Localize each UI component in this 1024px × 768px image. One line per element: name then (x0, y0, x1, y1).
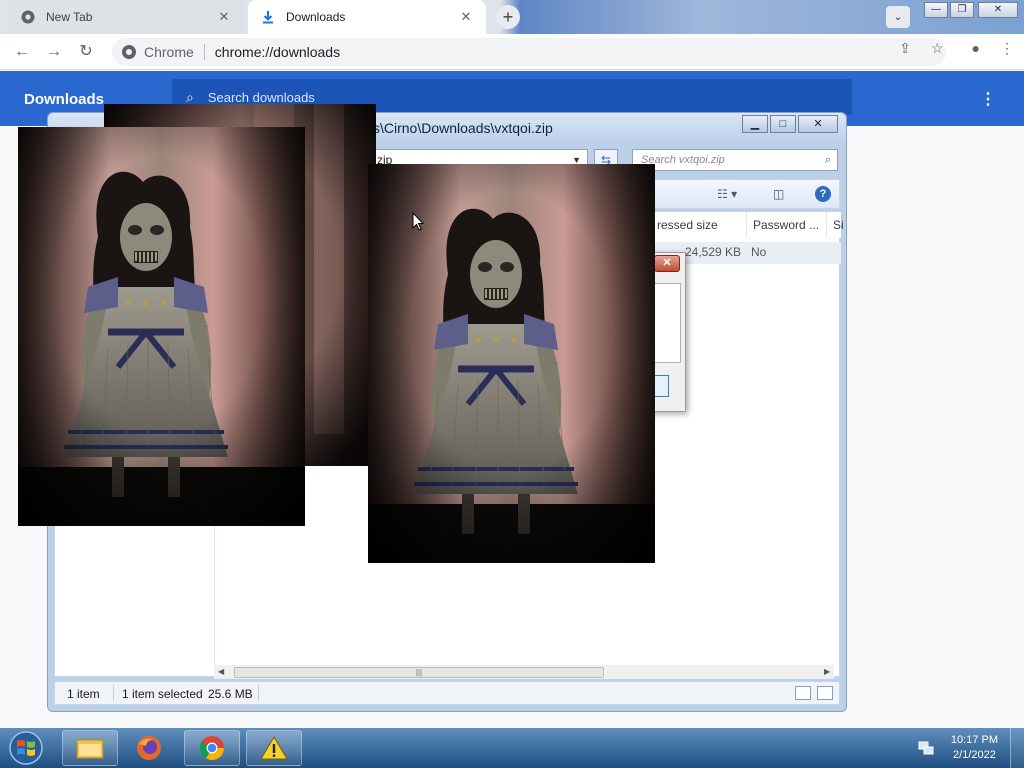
compressed-size-cell: 24,529 KB (685, 245, 742, 259)
chrome-icon (122, 45, 136, 59)
site-label: Chrome (144, 44, 194, 60)
profile-avatar-icon[interactable]: ● (972, 40, 980, 57)
help-icon[interactable]: ? (815, 186, 831, 202)
browser-toolbar: ← → ↻ Chrome chrome://downloads ⇪ ☆ ● ⋮ (0, 34, 1024, 70)
system-tray: 10:17 PM 2/1/2022 (904, 728, 1024, 768)
divider (203, 44, 205, 60)
tab-downloads[interactable]: Downloads ✕ (248, 0, 486, 34)
divider (258, 685, 259, 701)
close-button[interactable]: ✕ (798, 115, 838, 133)
horizontal-scrollbar[interactable]: ◀ ||| ▶ (214, 665, 834, 679)
search-icon: ⌕ (186, 88, 194, 105)
archive-search-input[interactable]: Search vxtqoi.zip ⌕ (632, 149, 838, 171)
clock-time: 10:17 PM (950, 734, 998, 746)
more-actions-icon[interactable]: ⋮ (980, 89, 996, 109)
window-title: s\Cirno\Downloads\vxtqoi.zip (373, 120, 553, 136)
clock[interactable]: 10:17 PM 2/1/2022 (951, 733, 998, 763)
column-header[interactable]: ressed size (651, 212, 747, 238)
status-bar: 1 item 1 item selected 25.6 MB (54, 681, 840, 705)
search-icon: ⌕ (824, 154, 831, 166)
tab-title: Downloads (286, 10, 346, 24)
back-button[interactable]: ← (12, 42, 32, 62)
toolbar-actions: ⇪ ☆ ● ⋮ (899, 40, 1014, 57)
view-options-icon[interactable]: ☷ ▾ (717, 187, 737, 201)
mouse-cursor-icon (412, 212, 424, 231)
forward-button[interactable]: → (44, 42, 64, 62)
reload-button[interactable]: ↻ (76, 42, 96, 62)
show-desktop-button[interactable] (1010, 728, 1024, 768)
tab-strip: New Tab ✕ Downloads ✕ + ⌄ — ❐ ✕ (0, 0, 1024, 34)
taskbar-firefox[interactable] (124, 730, 174, 766)
url-text: chrome://downloads (214, 44, 341, 60)
column-header[interactable]: Password ... (747, 212, 827, 238)
password-cell: No (751, 245, 767, 259)
chrome-menu-icon[interactable]: ⋮ (1000, 40, 1014, 57)
warning-icon (260, 736, 288, 760)
restore-button[interactable]: ❐ (950, 2, 974, 18)
selection-size: 25.6 MB (208, 687, 253, 701)
scroll-left-icon[interactable]: ◀ (218, 665, 224, 679)
chrome-icon (199, 736, 224, 761)
close-icon[interactable]: ✕ (654, 255, 680, 272)
page-title: Downloads (24, 91, 105, 108)
divider (113, 685, 114, 701)
tab-title: New Tab (46, 10, 93, 24)
maximize-button[interactable]: □ (770, 115, 796, 133)
download-icon (260, 9, 276, 25)
taskbar-explorer[interactable] (62, 730, 118, 766)
firefox-icon (137, 736, 161, 760)
folder-icon (76, 739, 104, 759)
details-view-icon[interactable] (795, 686, 811, 700)
minimize-button[interactable]: ▁ (742, 115, 768, 133)
bookmark-star-icon[interactable]: ☆ (931, 40, 944, 57)
share-icon[interactable]: ⇪ (899, 40, 911, 57)
tab-search-button[interactable]: ⌄ (886, 6, 910, 28)
taskbar-warning-app[interactable] (246, 730, 302, 766)
chrome-icon (20, 9, 36, 25)
scroll-right-icon[interactable]: ▶ (824, 665, 830, 679)
windows-start-icon[interactable] (4, 730, 48, 766)
taskbar: 10:17 PM 2/1/2022 (0, 728, 1024, 768)
preview-pane-icon[interactable]: ◫ (773, 187, 784, 201)
taskbar-chrome[interactable] (184, 730, 240, 766)
address-bar[interactable]: Chrome chrome://downloads (112, 38, 946, 66)
network-icon[interactable] (918, 740, 934, 756)
minimize-button[interactable]: — (924, 2, 948, 18)
close-icon[interactable]: ✕ (458, 9, 474, 25)
column-header[interactable]: Si (827, 212, 844, 238)
tab-new-tab[interactable]: New Tab ✕ (8, 0, 244, 34)
new-tab-button[interactable]: + (496, 5, 520, 29)
close-icon[interactable]: ✕ (216, 9, 232, 25)
large-icons-view-icon[interactable] (817, 686, 833, 700)
scrollbar-thumb[interactable]: ||| (234, 667, 604, 678)
window-close-button[interactable]: ✕ (978, 2, 1018, 18)
clock-date: 2/1/2022 (953, 749, 996, 761)
doll-image-left (18, 127, 305, 526)
item-count: 1 item (67, 687, 100, 701)
selection-count: 1 item selected (122, 687, 203, 701)
search-placeholder: Search downloads (207, 89, 315, 105)
